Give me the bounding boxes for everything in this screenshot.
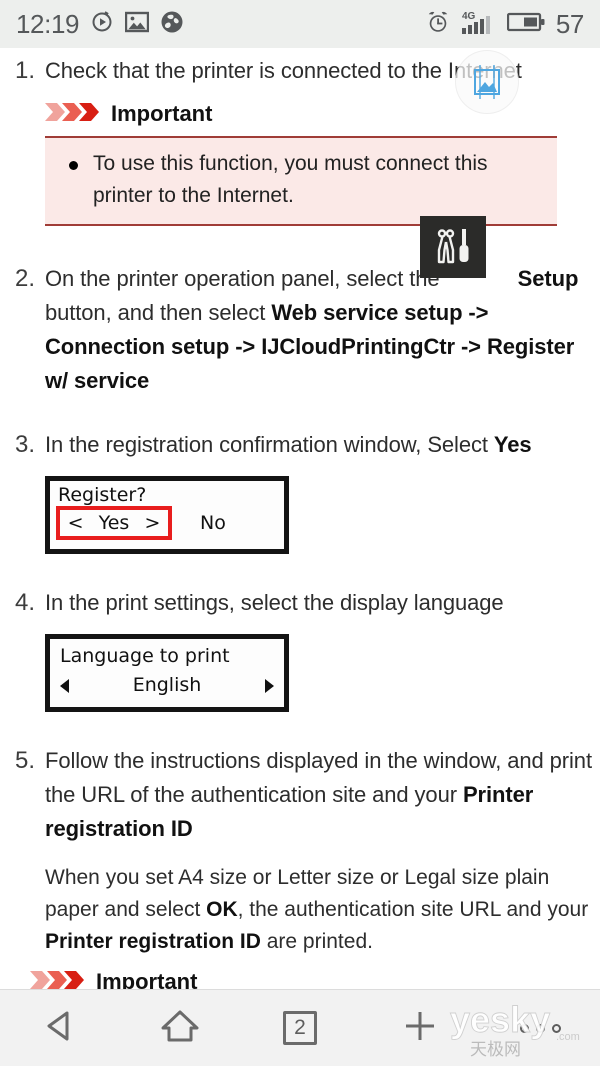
lcd-yes-option-selected: < Yes >	[56, 506, 172, 540]
step-3-number: 3.	[14, 431, 35, 458]
browser-globe-icon	[160, 10, 184, 39]
important-chevrons-icon	[45, 102, 103, 127]
step-3-text: In the registration confirmation window,…	[45, 428, 600, 462]
important-heading-2: Important	[30, 968, 600, 990]
step-2-number: 2.	[14, 265, 35, 292]
step-5-note-part2: , the authentication site URL and your	[237, 898, 589, 921]
printer-lcd-language-select: Language to print English	[45, 634, 289, 712]
battery-icon	[506, 11, 545, 38]
gallery-image-icon	[124, 11, 150, 38]
step-2-mid-1: button, and then select	[45, 300, 272, 325]
step-5-number: 5.	[14, 747, 35, 774]
lcd-arrow-left-icon	[60, 679, 69, 693]
step-5-note-part3: are printed.	[260, 930, 373, 953]
signal-4g-icon: 4G	[461, 9, 496, 40]
home-icon	[159, 1006, 201, 1051]
status-bar: 12:19 4G 57	[0, 0, 600, 48]
menu-dots-icon	[519, 1023, 561, 1033]
step-2: 2. On the printer operation panel, selec…	[0, 216, 600, 398]
important-note-list-1: To use this function, you must connect t…	[45, 148, 557, 212]
step-3-lead: In the registration confirmation window,…	[45, 432, 494, 457]
step-3-bold-yes: Yes	[493, 432, 532, 457]
menu-dot	[519, 1023, 529, 1033]
home-button[interactable]	[120, 990, 240, 1066]
status-bar-clock: 12:19	[16, 8, 80, 39]
step-2-text: On the printer operation panel, select t…	[45, 262, 600, 398]
svg-text:4G: 4G	[462, 11, 476, 22]
important-note-box-1: To use this function, you must connect t…	[45, 136, 557, 226]
printer-setup-tools-icon	[420, 216, 486, 278]
plus-icon	[400, 1006, 440, 1051]
menu-button[interactable]	[480, 990, 600, 1066]
step-2-mid-2: ->	[462, 300, 489, 325]
important-heading-2-label: Important	[96, 969, 198, 990]
step-5-note-bold-printerid: Printer registration ID	[45, 930, 261, 953]
new-tab-button[interactable]	[360, 990, 480, 1066]
lcd-language-value: English	[132, 674, 202, 696]
menu-dot	[535, 1023, 545, 1033]
lcd-no-option: No	[200, 512, 226, 534]
lcd-register-question: Register?	[58, 484, 147, 506]
status-bar-right: 4G 57	[425, 9, 584, 40]
step-5-note-bold-ok: OK	[206, 898, 238, 921]
step-2-mid-4: ->	[454, 334, 487, 359]
lcd-arrow-right-icon	[265, 679, 274, 693]
lcd-screen-area: Register? < Yes > No	[50, 481, 284, 549]
step-1-number: 1.	[14, 57, 35, 84]
media-player-icon	[90, 10, 114, 39]
alarm-clock-icon	[425, 9, 451, 40]
lcd-language-title: Language to print	[60, 645, 230, 667]
status-bar-left: 12:19	[16, 9, 184, 40]
step-2-bold-webservice: Web service setup	[271, 300, 463, 325]
important-chevrons-icon-2	[30, 970, 88, 991]
back-icon	[40, 1006, 80, 1051]
step-4: 4. In the print settings, select the dis…	[0, 586, 600, 712]
tab-switcher-button[interactable]: 2	[240, 990, 360, 1066]
screenshot-capture-icon[interactable]	[455, 50, 519, 114]
step-5: 5. Follow the instructions displayed in …	[0, 744, 600, 958]
lcd-arrow-right-label: >	[144, 512, 161, 534]
tab-count-label: 2	[283, 1011, 317, 1045]
screenshot-capture-glyph	[474, 65, 500, 99]
browser-navigation-bar[interactable]: 2 yesky .com 天极网	[0, 989, 600, 1066]
step-5-text: Follow the instructions displayed in the…	[45, 744, 600, 846]
battery-percent-label: 57	[555, 8, 585, 39]
lcd-yes-label: Yes	[98, 512, 130, 534]
lcd-screen-area-2: Language to print English	[50, 639, 284, 707]
step-4-number: 4.	[14, 589, 35, 616]
step-2-bold-connection: Connection setup	[45, 334, 230, 359]
printer-lcd-register-confirm: Register? < Yes > No	[45, 476, 289, 554]
important-note-item: To use this function, you must connect t…	[67, 148, 541, 212]
step-2-mid-3: ->	[229, 334, 262, 359]
menu-dot	[551, 1023, 561, 1033]
lcd-arrow-left-label: <	[67, 512, 84, 534]
step-5-note: When you set A4 size or Letter size or L…	[45, 862, 600, 958]
step-3: 3. In the registration confirmation wind…	[0, 428, 600, 554]
step-2-lead: On the printer operation panel, select t…	[45, 266, 440, 291]
important-heading-1-label: Important	[111, 101, 213, 126]
step-2-bold-setup: Setup	[517, 266, 579, 291]
important-heading-1: Important	[45, 100, 600, 128]
step-2-bold-ijcloud: IJCloudPrintingCtr	[261, 334, 455, 359]
step-4-text: In the print settings, select the displa…	[45, 590, 504, 615]
back-button[interactable]	[0, 990, 120, 1066]
article-content[interactable]: 1. Check that the printer is connected t…	[0, 48, 600, 990]
